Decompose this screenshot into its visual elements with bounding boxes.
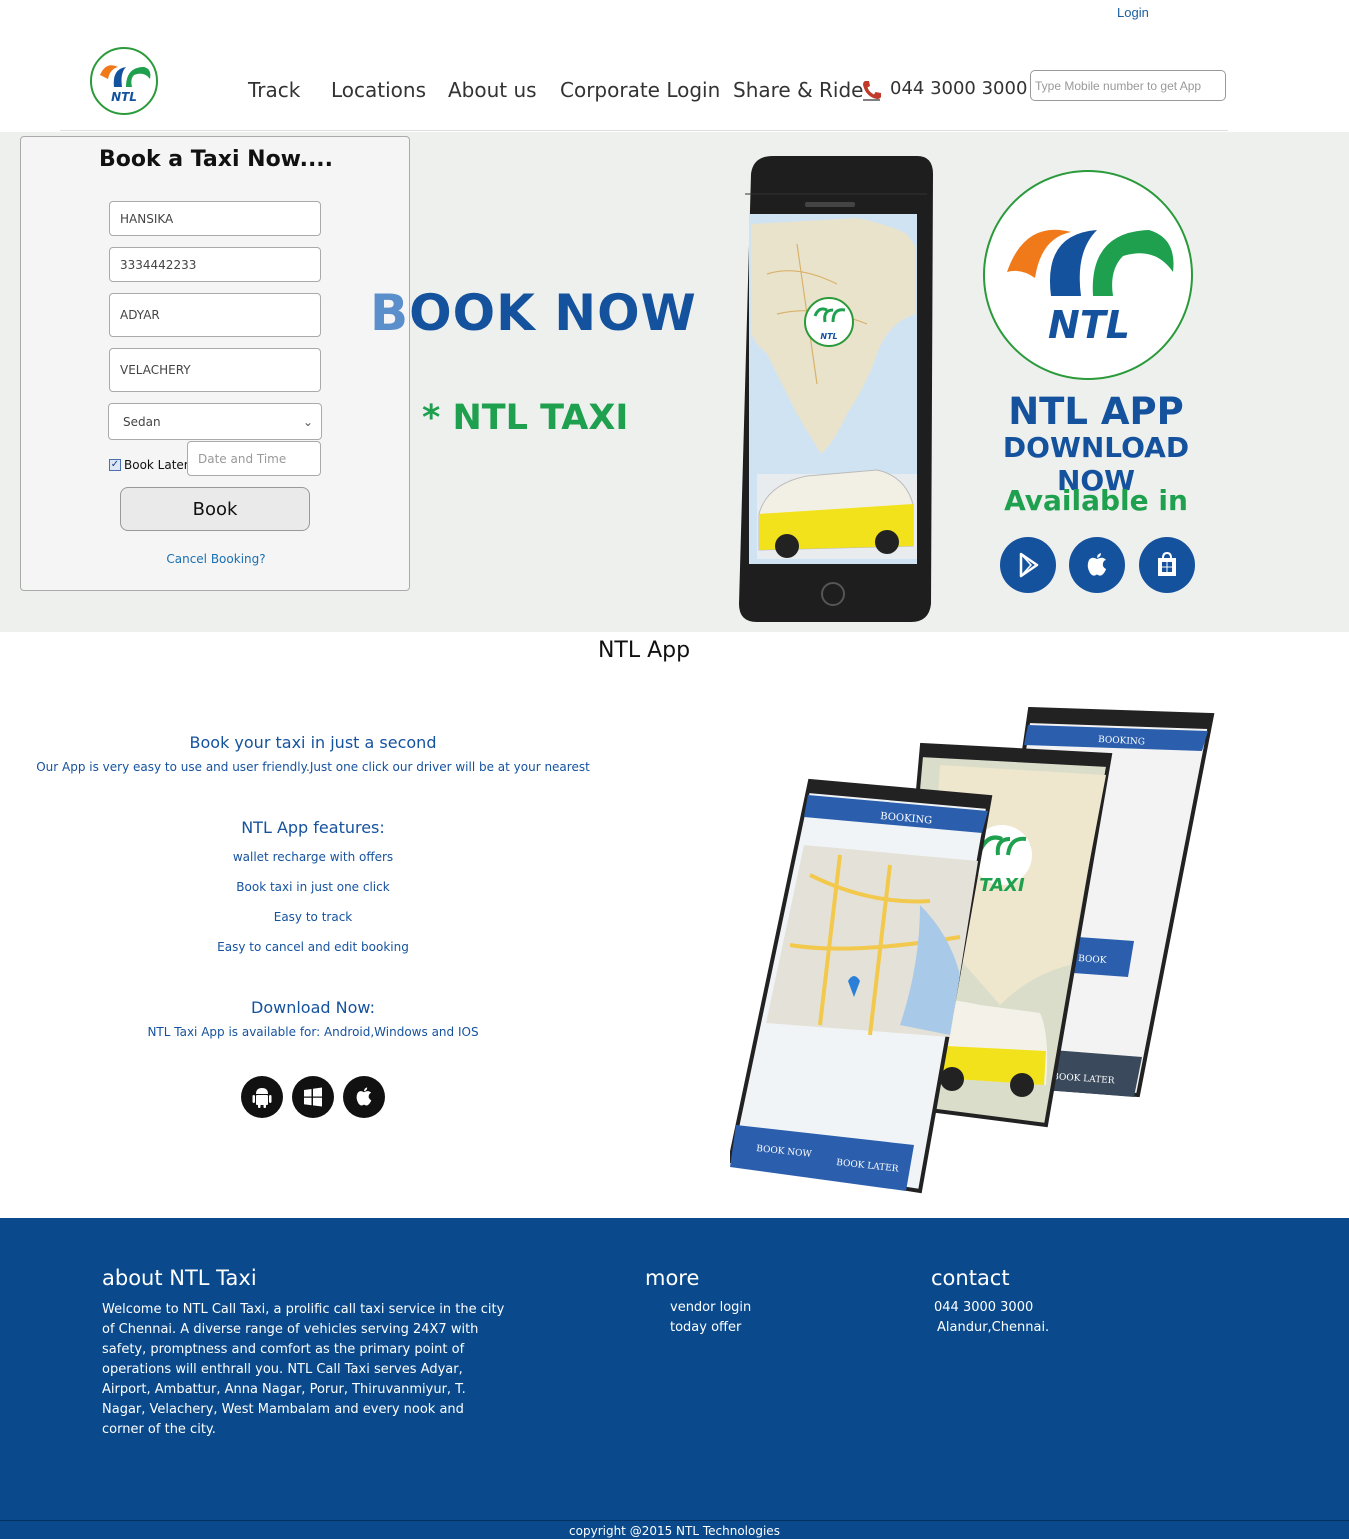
feature-item: wallet recharge with offers: [232, 850, 394, 864]
footer-contact-address: Alandur,Chennai.: [937, 1320, 1050, 1335]
nav-share-and-ride[interactable]: Share & Ride: [733, 78, 863, 102]
book-button[interactable]: Book: [120, 487, 310, 531]
page: Login NTL Track Locations About us Corpo…: [0, 0, 1349, 1539]
pickup-field[interactable]: ADYAR: [109, 293, 321, 337]
mobile-field[interactable]: 3334442233: [109, 247, 321, 282]
apple-store-icon[interactable]: [1069, 537, 1125, 593]
footer-contact-phone: 044 3000 3000: [934, 1300, 1034, 1315]
footer-more-title: more: [645, 1266, 700, 1290]
date-time-field[interactable]: Date and Time: [187, 441, 321, 476]
login-link[interactable]: Login: [1117, 5, 1149, 20]
phone-icon: [860, 78, 884, 102]
download-now-heading: Download Now:: [251, 998, 375, 1017]
footer: about NTL Taxi Welcome to NTL Call Taxi,…: [0, 1218, 1349, 1539]
today-offer-link[interactable]: today offer: [670, 1320, 741, 1335]
android-icon[interactable]: [241, 1076, 283, 1118]
drop-field-value: VELACHERY: [120, 363, 191, 377]
vehicle-select[interactable]: Sedan ⌄: [108, 403, 322, 440]
book-later-checkbox[interactable]: ✓: [109, 459, 121, 471]
header-phone-number: 044 3000 3000: [890, 78, 1028, 99]
footer-about-text: Welcome to NTL Call Taxi, a prolific cal…: [102, 1302, 505, 1437]
ntl-app-logo: NTL: [983, 170, 1193, 380]
chevron-down-icon: ⌄: [302, 414, 313, 429]
vehicle-select-value: Sedan: [123, 414, 161, 429]
windows-store-icon[interactable]: [1139, 537, 1195, 593]
book-now-rest: OOK NOW: [409, 284, 697, 342]
cancel-booking-link[interactable]: Cancel Booking?: [21, 552, 411, 566]
get-app-mobile-input[interactable]: [1030, 70, 1226, 101]
play-store-icon[interactable]: [1000, 537, 1056, 593]
phone-mockup-image: NTL: [737, 154, 937, 624]
nav-track[interactable]: Track: [248, 78, 300, 102]
date-time-placeholder: Date and Time: [198, 451, 287, 466]
pickup-field-value: ADYAR: [120, 308, 160, 322]
book-later-label: Book Later: [124, 458, 189, 472]
book-in-second-heading: Book your taxi in just a second: [189, 733, 437, 752]
footer-contact-title: contact: [931, 1266, 1010, 1290]
book-now-first-letter: B: [370, 284, 410, 342]
svg-text:NTL: NTL: [820, 332, 837, 341]
features-heading: NTL App features:: [241, 818, 385, 837]
available-platforms-text: NTL Taxi App is available for: Android,W…: [147, 1025, 479, 1039]
name-field-value: HANSIKA: [120, 211, 174, 226]
available-in-label: Available in: [1004, 484, 1188, 517]
drop-field[interactable]: VELACHERY: [109, 348, 321, 392]
mobile-field-value: 3334442233: [120, 257, 197, 272]
windows-icon[interactable]: [292, 1076, 334, 1118]
app-logo-text: NTL: [1048, 303, 1130, 347]
copyright-text: copyright @2015 NTL Technologies: [0, 1520, 1349, 1539]
ntl-app-title: NTL APP: [1008, 390, 1184, 433]
footer-about-title: about NTL Taxi: [102, 1266, 257, 1290]
ntl-taxi-tagline: * NTL TAXI: [422, 398, 629, 438]
logo-text: NTL: [111, 90, 137, 104]
booking-form-title: Book a Taxi Now....: [98, 147, 334, 172]
feature-item: Book taxi in just one click: [236, 880, 390, 894]
name-field[interactable]: HANSIKA: [109, 201, 321, 236]
app-screenshots-image: BOOKING BOOK BOOK LATER TAXI BOOKING BOO…: [727, 705, 1220, 1195]
nav-locations[interactable]: Locations: [331, 78, 426, 102]
vendor-login-link[interactable]: vendor login: [670, 1300, 751, 1315]
nav-corporate-login[interactable]: Corporate Login: [560, 78, 720, 102]
booking-form: Book a Taxi Now.... HANSIKA 3334442233 A…: [20, 136, 410, 591]
apple-icon[interactable]: [343, 1076, 385, 1118]
screen-book-label: BOOK: [1078, 954, 1107, 966]
nav-about-us[interactable]: About us: [448, 78, 537, 102]
ntl-app-section-title: NTL App: [597, 638, 691, 663]
header-divider: [60, 130, 1228, 131]
screen-taxi-label: TAXI: [979, 875, 1025, 896]
feature-item: Easy to cancel and edit booking: [217, 940, 409, 954]
easy-to-use-text: Our App is very easy to use and user fri…: [36, 760, 590, 774]
book-now-heading: BOOK NOW: [370, 284, 697, 342]
ntl-logo[interactable]: NTL: [90, 47, 158, 115]
feature-item: Easy to track: [273, 910, 353, 924]
